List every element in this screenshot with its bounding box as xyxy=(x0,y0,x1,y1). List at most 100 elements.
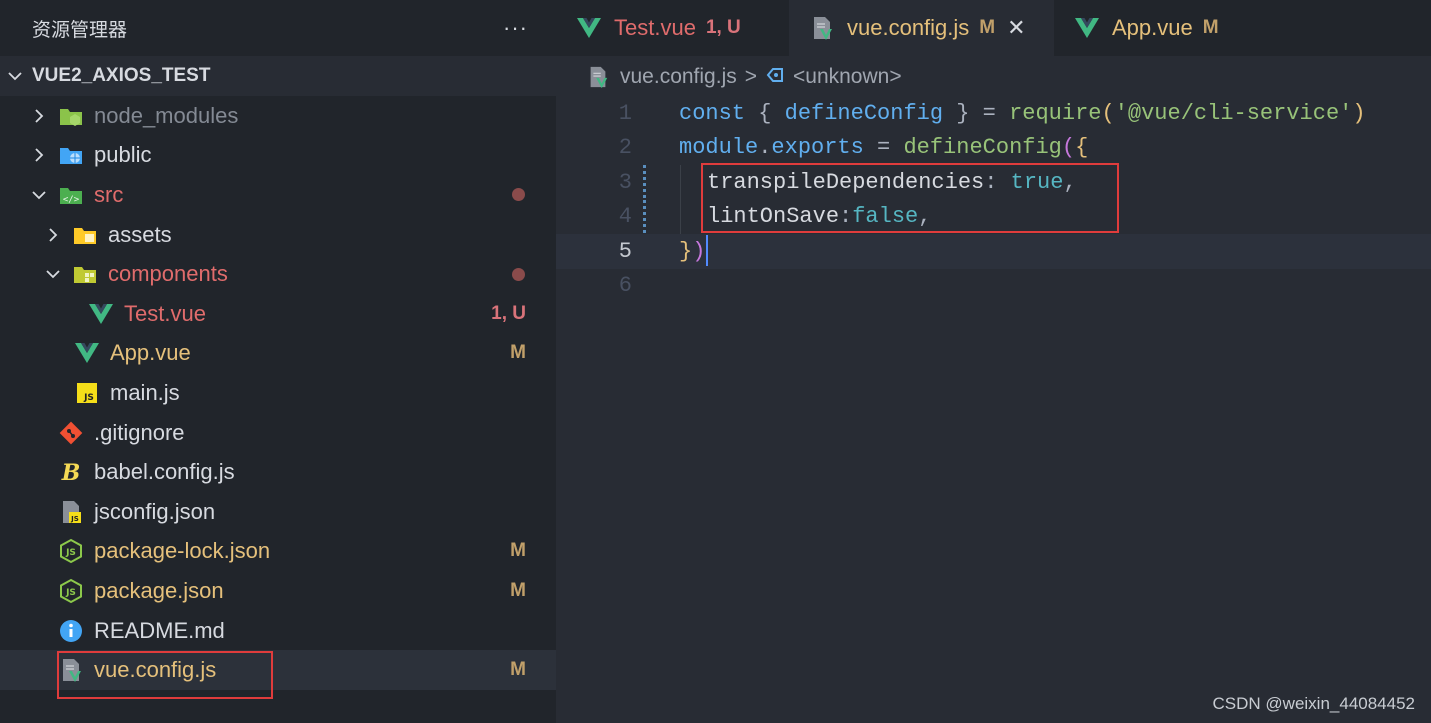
tree-item-label: App.vue xyxy=(110,340,191,366)
tree-item-babel-config[interactable]: B babel.config.js xyxy=(0,452,556,492)
modified-badge: M xyxy=(510,342,526,364)
public-folder-icon xyxy=(58,142,84,168)
code-text: module.exports = defineConfig({ xyxy=(679,135,1089,161)
untracked-badge: 1, U xyxy=(705,17,741,38)
tree-item-label: assets xyxy=(108,221,172,247)
explorer-sidebar: 资源管理器 ··· VUE2_AXIOS_TEST node_modules p… xyxy=(0,0,556,723)
breadcrumb-separator: > xyxy=(744,65,757,88)
svg-text:B: B xyxy=(61,460,81,485)
tab-app-vue[interactable]: App.vue M xyxy=(1054,0,1254,56)
svg-text:JS: JS xyxy=(70,515,79,523)
project-name: VUE2_AXIOS_TEST xyxy=(32,65,211,86)
chevron-down-icon xyxy=(44,265,62,283)
tree-item-label: README.md xyxy=(94,617,225,643)
chevron-right-icon xyxy=(30,107,48,125)
line-number: 6 xyxy=(618,273,632,299)
modified-badge: M xyxy=(979,17,996,38)
info-icon xyxy=(58,618,84,644)
tree-item-src[interactable]: </> src xyxy=(0,175,556,215)
code-text: const { defineConfig } = require('@vue/c… xyxy=(679,100,1366,126)
modified-badge: M xyxy=(1202,17,1219,38)
tree-item-readme[interactable]: README.md xyxy=(0,611,556,651)
svg-text:JS: JS xyxy=(65,548,76,558)
components-folder-icon xyxy=(72,261,98,287)
tab-vue-config[interactable]: vue.config.js M ✕ xyxy=(789,0,1054,56)
tree-item-main-js[interactable]: JS main.js xyxy=(0,373,556,413)
tab-label: vue.config.js xyxy=(847,15,970,40)
code-editor[interactable]: 1 const { defineConfig } = require('@vue… xyxy=(556,96,1431,723)
code-line: 1 const { defineConfig } = require('@vue… xyxy=(556,96,1431,131)
chevron-right-icon xyxy=(30,146,48,164)
git-modified-gutter xyxy=(643,199,646,234)
breadcrumb-symbol[interactable]: <unknown> xyxy=(793,65,902,89)
code-line-current: 5 }) xyxy=(556,234,1431,269)
vue-icon xyxy=(88,301,114,327)
code-line: 2 module.exports = defineConfig({ xyxy=(556,131,1431,166)
modified-badge: M xyxy=(510,579,526,601)
tree-item-label: package.json xyxy=(94,577,224,603)
tree-item-gitignore[interactable]: .gitignore xyxy=(0,413,556,453)
tree-item-package-lock[interactable]: JS package-lock.json M xyxy=(0,532,556,572)
modified-dot-icon xyxy=(512,188,525,202)
tree-item-label: package-lock.json xyxy=(94,538,271,564)
explorer-header: 资源管理器 ··· xyxy=(0,0,556,56)
tree-item-label: public xyxy=(94,142,152,168)
node-folder-icon xyxy=(58,103,84,129)
svg-text:</>: </> xyxy=(63,195,80,205)
code-text: transpileDependencies: true, xyxy=(707,169,1077,195)
tab-label: Test.vue xyxy=(614,15,696,40)
line-number: 1 xyxy=(618,100,632,126)
assets-folder-icon xyxy=(72,222,98,248)
code-line: 3 transpileDependencies: true, xyxy=(556,165,1431,200)
line-number: 4 xyxy=(618,204,632,230)
tab-test-vue[interactable]: Test.vue 1, U xyxy=(556,0,789,56)
chevron-down-icon xyxy=(8,67,22,85)
tree-item-label: jsconfig.json xyxy=(94,498,216,524)
chevron-down-icon xyxy=(30,186,48,204)
tree-item-public[interactable]: public xyxy=(0,136,556,176)
nodejs-icon: JS xyxy=(58,578,84,604)
line-number: 2 xyxy=(618,135,632,161)
modified-badge: M xyxy=(510,540,526,562)
modified-badge: M xyxy=(510,659,526,681)
svg-text:JS: JS xyxy=(65,588,76,598)
code-text: }) xyxy=(679,238,706,264)
symbol-icon xyxy=(765,65,785,90)
tree-item-label: Test.vue xyxy=(124,300,206,326)
tree-item-test-vue[interactable]: Test.vue 1, U xyxy=(0,294,556,334)
tree-item-node-modules[interactable]: node_modules xyxy=(0,96,556,136)
vue-icon xyxy=(576,15,602,41)
watermark-text: CSDN @weixin_44084452 xyxy=(1212,694,1415,713)
tree-item-vue-config[interactable]: vue.config.js M xyxy=(0,650,556,690)
explorer-title: 资源管理器 xyxy=(32,19,128,41)
project-root[interactable]: VUE2_AXIOS_TEST xyxy=(0,56,556,96)
vue-icon xyxy=(74,340,100,366)
jsconfig-icon: JS xyxy=(58,499,84,525)
tree-item-assets[interactable]: assets xyxy=(0,215,556,255)
tree-item-jsconfig[interactable]: JS jsconfig.json xyxy=(0,492,556,532)
vue-icon xyxy=(1074,15,1100,41)
code-line: 4 lintOnSave:false, xyxy=(556,199,1431,235)
tree-item-app-vue[interactable]: App.vue M xyxy=(0,334,556,374)
chevron-right-icon xyxy=(44,226,62,244)
vue-config-icon xyxy=(586,65,610,89)
tree-item-package-json[interactable]: JS package.json M xyxy=(0,571,556,611)
tree-item-label: src xyxy=(94,181,124,207)
babel-icon: B xyxy=(58,459,84,485)
tree-item-label: node_modules xyxy=(94,102,239,128)
breadcrumb-file[interactable]: vue.config.js xyxy=(620,65,737,89)
vue-config-icon xyxy=(58,657,84,683)
breadcrumb: vue.config.js > <unknown> xyxy=(586,60,902,94)
js-icon: JS xyxy=(74,380,100,406)
line-number: 3 xyxy=(618,169,632,195)
more-actions-button[interactable]: ··· xyxy=(503,15,528,41)
indent-guide xyxy=(680,165,681,234)
code-line: 6 xyxy=(556,269,1431,304)
close-icon[interactable]: ✕ xyxy=(1007,15,1025,41)
git-icon xyxy=(58,420,84,446)
tree-item-label: .gitignore xyxy=(94,419,185,445)
code-text: lintOnSave:false, xyxy=(707,204,932,230)
line-number: 5 xyxy=(618,238,632,264)
tree-item-label: components xyxy=(108,261,228,287)
tree-item-components[interactable]: components xyxy=(0,254,556,294)
